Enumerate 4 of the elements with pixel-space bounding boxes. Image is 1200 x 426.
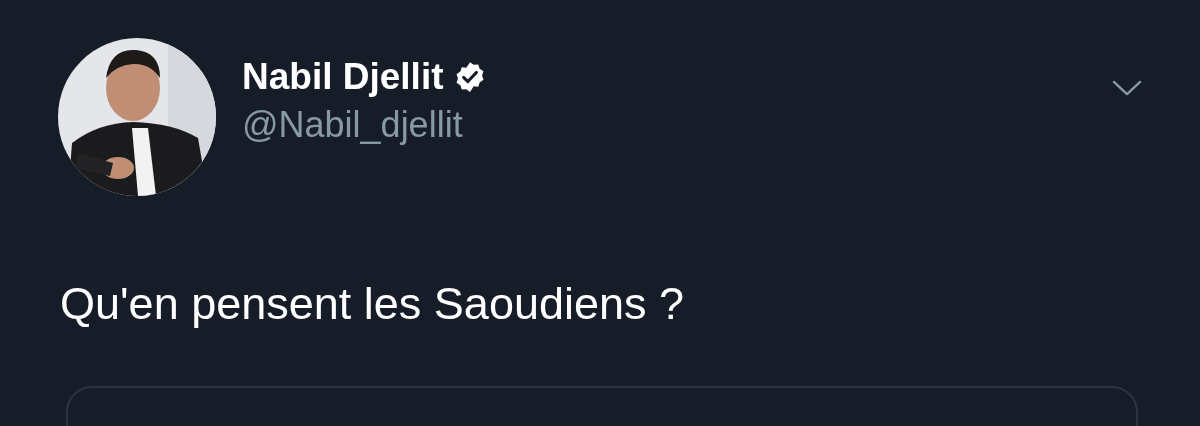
author-handle[interactable]: @Nabil_djellit <box>242 102 463 148</box>
chevron-down-icon[interactable] <box>1112 80 1142 97</box>
author-name[interactable]: Nabil Djellit <box>242 54 444 100</box>
tweet-text: Qu'en pensent les Saoudiens ? <box>60 277 686 331</box>
